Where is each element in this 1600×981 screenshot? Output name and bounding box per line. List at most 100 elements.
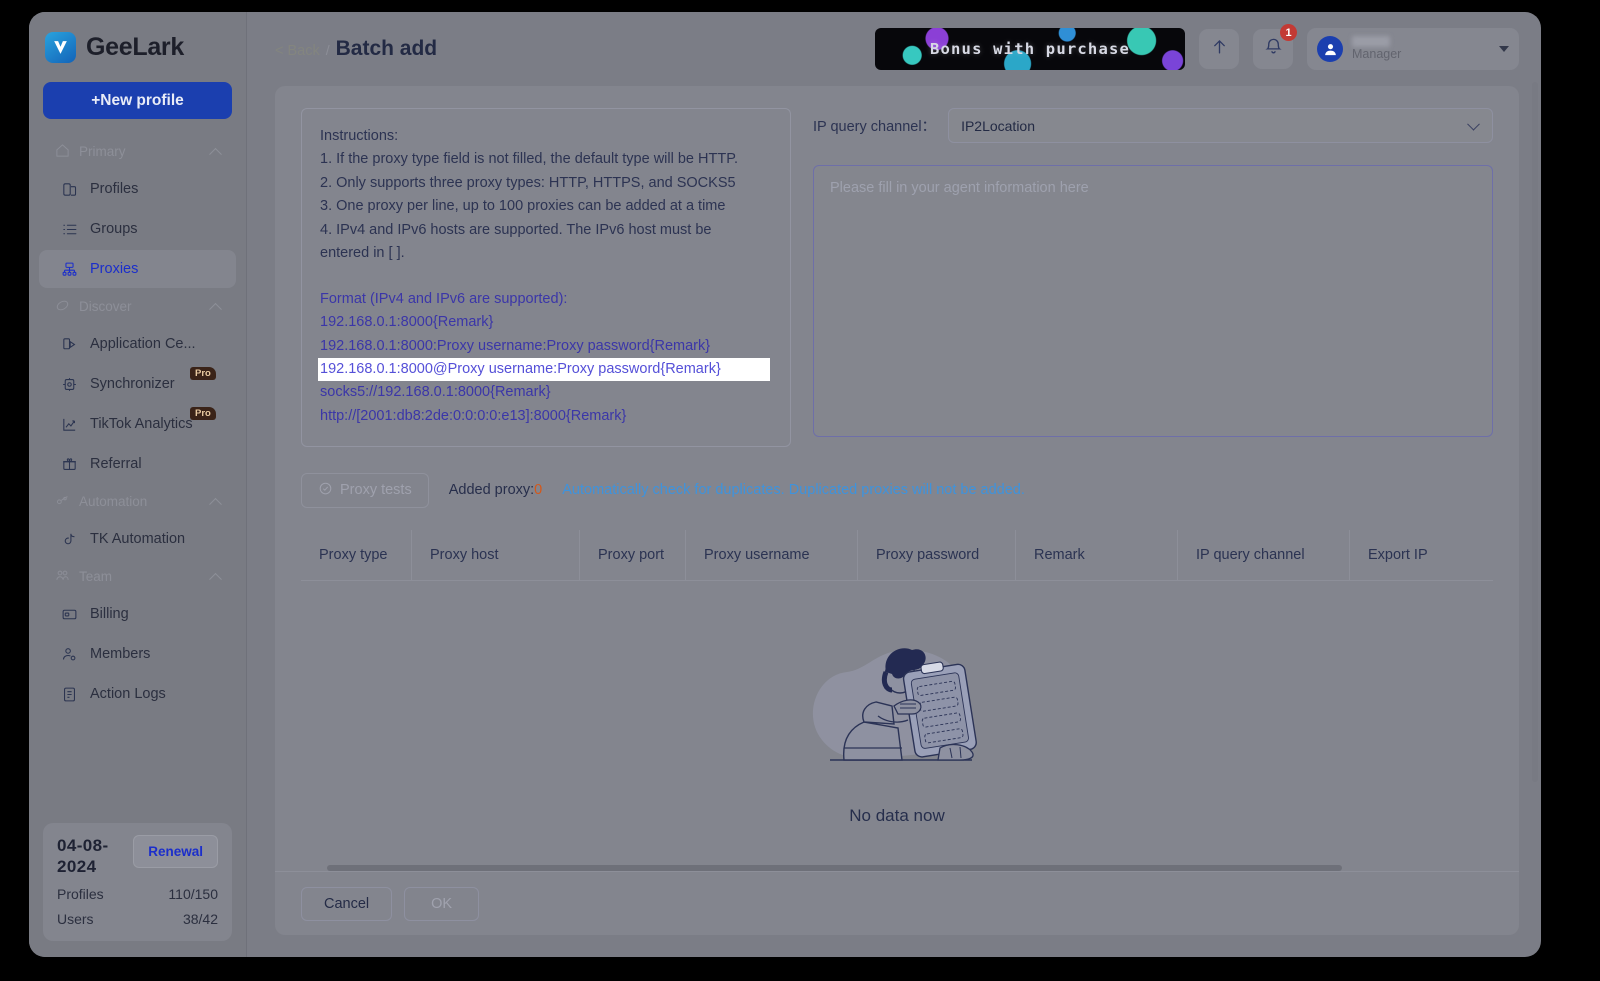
empty-state-text: No data now: [849, 806, 945, 826]
proxy-table: Proxy type Proxy host Proxy port Proxy u…: [301, 529, 1493, 871]
card-body: Instructions: 1. If the proxy type field…: [275, 86, 1519, 871]
ip-query-channel-select[interactable]: IP2Location: [948, 108, 1493, 143]
table-header-cell: Proxy username: [685, 529, 857, 581]
chevron-up-icon: [209, 302, 222, 316]
table-empty-state: No data now: [301, 581, 1493, 865]
sidebar-item-label: TK Automation: [90, 531, 186, 547]
duplicate-note: Automatically check for duplicates. Dupl…: [562, 482, 1025, 499]
user-role: Manager: [1352, 47, 1402, 62]
sidebar-item-label: Billing: [90, 606, 129, 622]
actions-row: Proxy tests Added proxy:0 Automatically …: [301, 472, 1493, 508]
sidebar-item-label: Proxies: [90, 261, 139, 277]
geelark-bird-logo-icon: [45, 32, 76, 63]
sidebar-item-profiles[interactable]: Profiles: [39, 170, 236, 208]
ip-query-channel-row: IP query channel： IP2Location: [813, 108, 1493, 143]
added-proxy-count: 0: [534, 482, 543, 499]
plan-card: 04-08-2024 Renewal Profiles 110/150 User…: [43, 822, 232, 941]
chevron-down-icon: [1499, 46, 1509, 52]
sidebar-item-tk-automation[interactable]: TK Automation: [39, 520, 236, 558]
chevron-down-icon: [1467, 117, 1480, 131]
promo-banner[interactable]: Bonus with purchase: [875, 28, 1185, 70]
plan-row-value: 110/150: [168, 886, 218, 902]
brand-name: GeeLark: [86, 33, 184, 61]
proxy-tests-button[interactable]: Proxy tests: [301, 472, 429, 508]
brand: GeeLark: [29, 12, 246, 73]
horizontal-scrollbar[interactable]: [327, 865, 1467, 871]
arrow-up-icon: [1210, 37, 1229, 61]
added-proxy-label: Added proxy:: [448, 482, 535, 499]
profiles-icon: [61, 181, 78, 198]
new-profile-button[interactable]: +New profile: [43, 82, 232, 119]
sidebar-item-members[interactable]: Members: [39, 635, 236, 673]
sidebar-item-label: Referral: [90, 456, 142, 472]
promo-banner-text: Bonus with purchase: [929, 40, 1131, 58]
plan-row-label: Profiles: [57, 886, 104, 902]
nav-group-automation[interactable]: Automation: [29, 485, 246, 518]
sidebar-item-billing[interactable]: Billing: [39, 595, 236, 633]
nav-group-primary[interactable]: Primary: [29, 135, 246, 168]
gift-icon: [61, 456, 78, 473]
tiktok-note-icon: [61, 531, 78, 548]
person-with-clipboard-illustration: [812, 648, 977, 761]
pro-badge: Pro: [190, 367, 216, 380]
sidebar-item-label: Groups: [90, 221, 138, 237]
home-icon: [55, 143, 70, 161]
table-header-row: Proxy type Proxy host Proxy port Proxy u…: [301, 529, 1493, 582]
application-center-icon: [61, 336, 78, 353]
sidebar-item-proxies[interactable]: Proxies: [39, 250, 236, 288]
added-proxy-status: Added proxy:0: [449, 482, 543, 498]
action-logs-icon: [61, 686, 78, 703]
nav-group-label: Primary: [79, 144, 126, 159]
format-example: 192.168.0.1:8000:Proxy username:Proxy pa…: [320, 337, 711, 354]
list-icon: [61, 221, 78, 238]
billing-card-icon: [61, 606, 78, 623]
nav-group-discover[interactable]: Discover: [29, 290, 246, 323]
cancel-button[interactable]: Cancel: [301, 886, 393, 921]
instructions-panel: Instructions: 1. If the proxy type field…: [301, 108, 791, 447]
table-header-cell: Remark: [1015, 529, 1177, 581]
user-menu[interactable]: Manager: [1307, 28, 1519, 70]
sidebar-item-application-center[interactable]: Application Ce...: [39, 325, 236, 363]
user-avatar-icon: [1317, 36, 1343, 62]
chevron-up-icon: [209, 147, 222, 161]
notifications-button[interactable]: 1: [1253, 24, 1297, 69]
chevron-up-icon: [209, 572, 222, 586]
nav-group-team[interactable]: Team: [29, 560, 246, 593]
page-title: Batch add: [335, 37, 438, 60]
table-header-cell: Export IP: [1349, 529, 1469, 581]
table-header-cell: Proxy type: [319, 546, 388, 563]
members-icon: [61, 646, 78, 663]
upload-button[interactable]: [1199, 29, 1239, 69]
nav-group-label: Team: [79, 569, 113, 584]
nav-group-label: Automation: [79, 494, 148, 509]
sidebar-item-synchronizer[interactable]: Synchronizer Pro: [39, 365, 236, 403]
sidebar-item-label: Application Ce...: [90, 336, 196, 352]
sidebar-item-tiktok-analytics[interactable]: TikTok Analytics Pro: [39, 405, 236, 443]
ip-query-channel-label: IP query channel：: [813, 119, 937, 135]
plan-row-value: 38/42: [182, 911, 218, 927]
sidebar-item-label: Members: [90, 646, 151, 662]
sidebar-item-referral[interactable]: Referral: [39, 445, 236, 483]
horizontal-scrollbar-thumb[interactable]: [327, 865, 1342, 871]
format-example: http://[2001:db8:2de:0:0:0:0:e13]:8000{R…: [320, 407, 627, 424]
instructions-line: 4. IPv4 and IPv6 hosts are supported. Th…: [320, 221, 712, 238]
sidebar-item-action-logs[interactable]: Action Logs: [39, 675, 236, 713]
sidebar-item-groups[interactable]: Groups: [39, 210, 236, 248]
format-title: Format (IPv4 and IPv6 are supported):: [320, 290, 568, 307]
table-header-cell: Proxy password: [857, 529, 1015, 581]
form-top-split: Instructions: 1. If the proxy type field…: [301, 108, 1493, 447]
vertical-scrollbar[interactable]: [1532, 82, 1538, 782]
table-header-cell: Proxy port: [579, 529, 685, 581]
compass-icon: [55, 298, 70, 316]
back-link[interactable]: < Back: [275, 43, 320, 59]
analytics-chart-icon: [61, 416, 78, 433]
sidebar-nav: Primary Profiles Groups Proxies Discover…: [29, 133, 246, 823]
agent-information-input[interactable]: [813, 165, 1493, 437]
ok-button[interactable]: OK: [404, 886, 480, 921]
topbar: < Back / Batch add Bonus with purchase 1: [247, 12, 1541, 86]
renewal-button[interactable]: Renewal: [133, 834, 218, 868]
instructions-line: 1. If the proxy type field is not filled…: [320, 151, 739, 168]
plan-row-label: Users: [57, 911, 94, 927]
sidebar-item-label: Action Logs: [90, 686, 166, 702]
chevron-up-icon: [209, 497, 222, 511]
